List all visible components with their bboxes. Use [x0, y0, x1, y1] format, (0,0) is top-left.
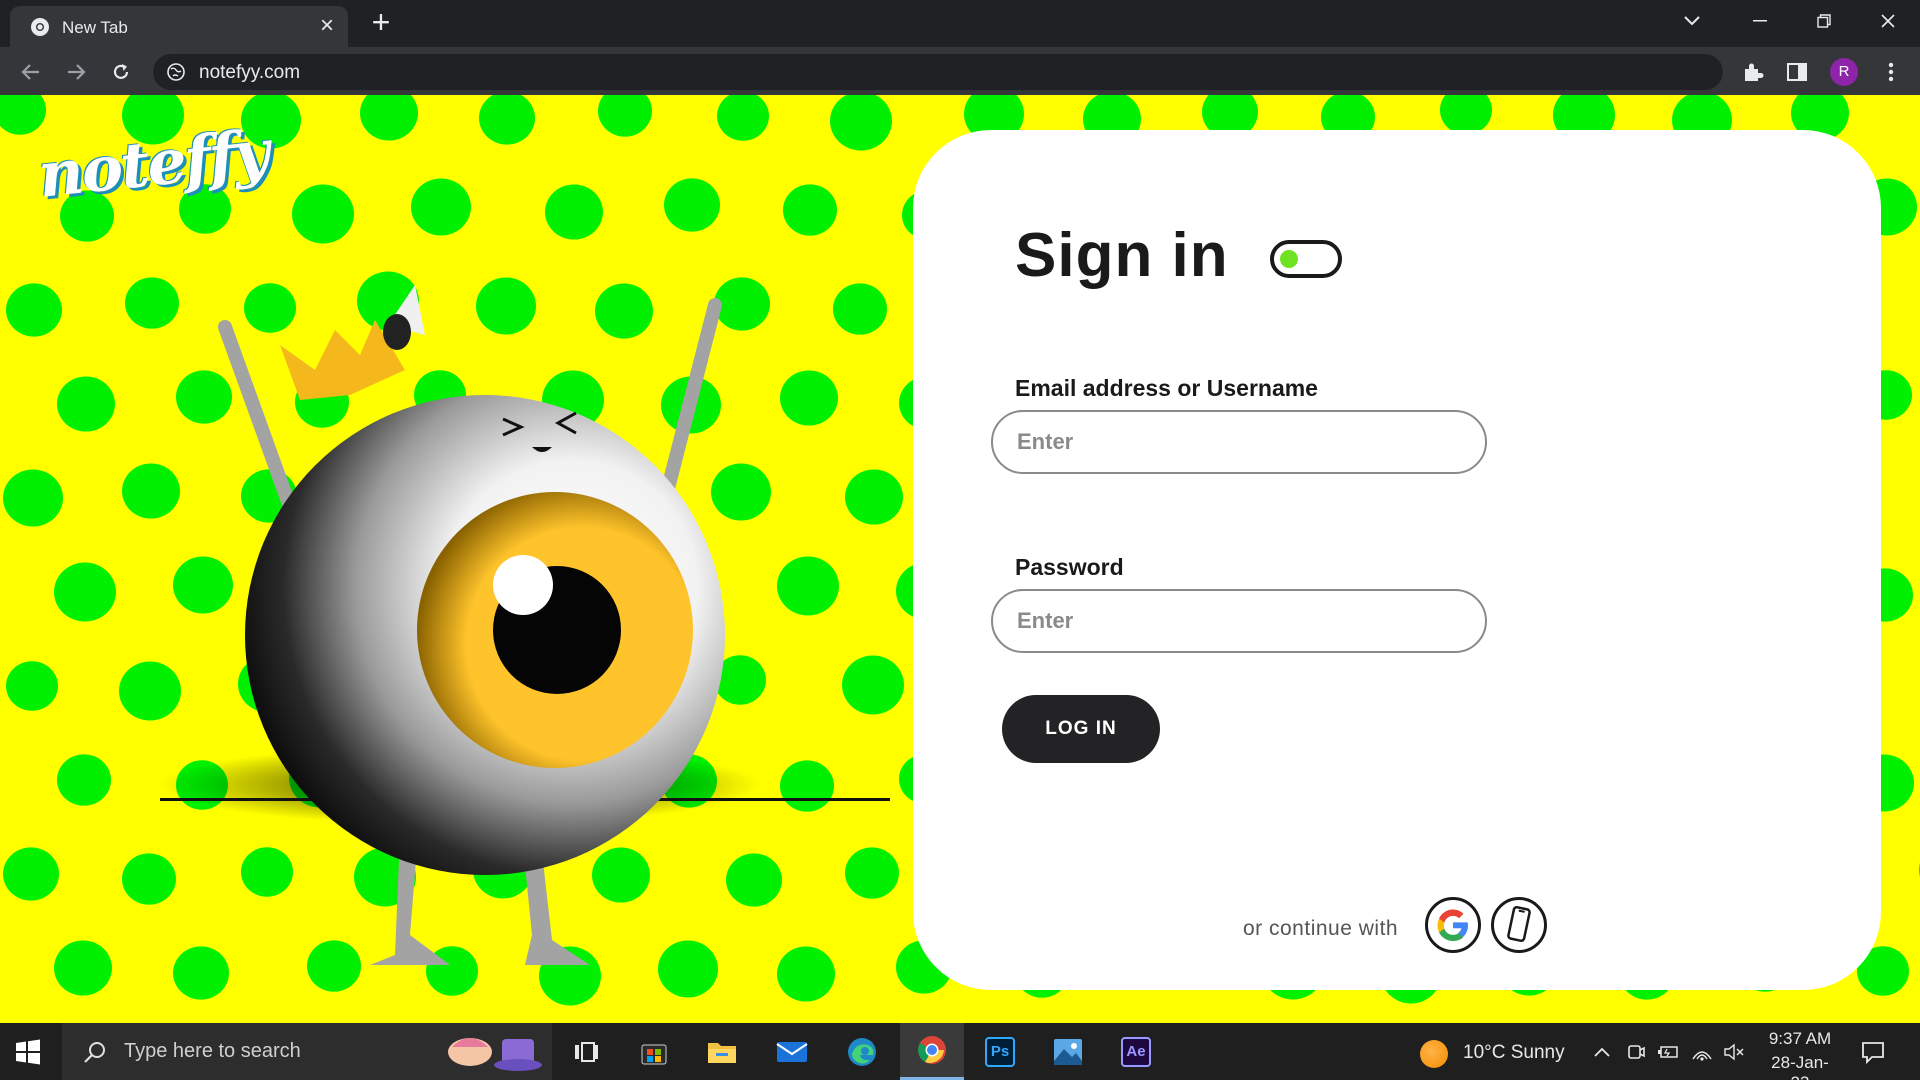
address-bar[interactable]: notefyy.com [153, 54, 1723, 90]
background-dot [717, 95, 769, 141]
reload-icon[interactable] [106, 57, 136, 87]
password-label: Password [1015, 554, 1124, 580]
password-field[interactable] [991, 589, 1487, 653]
photos-icon[interactable] [1036, 1023, 1100, 1080]
tab-search-icon[interactable] [1660, 0, 1724, 42]
toggle-knob [1280, 250, 1298, 268]
notification-center-icon[interactable] [1860, 1039, 1886, 1065]
tab-new-tab[interactable]: New Tab × [10, 6, 348, 47]
theme-toggle[interactable] [1270, 240, 1342, 278]
background-dot [3, 847, 59, 901]
background-dot [479, 95, 535, 145]
eyeball-monster-illustration [160, 285, 890, 965]
background-dot [830, 95, 892, 151]
signin-card: Sign in Email address or Username Passwo… [913, 130, 1881, 990]
email-label: Email address or Username [1015, 375, 1318, 401]
file-explorer-icon[interactable] [690, 1023, 754, 1080]
side-panel-icon[interactable] [1784, 59, 1810, 85]
search-placeholder: Type here to search [124, 1040, 301, 1062]
after-effects-icon[interactable]: Ae [1104, 1023, 1168, 1080]
chrome-icon [31, 18, 49, 36]
phone-signin-button[interactable] [1491, 897, 1547, 953]
after-effects-label: Ae [1121, 1036, 1151, 1067]
background-dot [0, 95, 46, 135]
extensions-icon[interactable] [1740, 59, 1766, 85]
minimize-icon[interactable] [1728, 0, 1792, 42]
taskbar-search-box[interactable]: Type here to search [62, 1023, 552, 1080]
background-dot [57, 754, 111, 806]
weather-sun-icon[interactable] [1420, 1040, 1448, 1068]
url-text: notefyy.com [199, 62, 301, 83]
background-dot [57, 376, 115, 432]
clock-time[interactable]: 9:37 AM [1766, 1029, 1834, 1049]
background-dot [360, 95, 418, 141]
photoshop-icon[interactable]: Ps [968, 1023, 1032, 1080]
volume-muted-icon[interactable] [1722, 1040, 1746, 1064]
windows-start-icon[interactable] [14, 1038, 42, 1066]
login-button[interactable]: LOG IN [1002, 695, 1160, 763]
background-dot [6, 661, 58, 711]
continue-with-text: or continue with [1243, 917, 1399, 940]
weather-text[interactable]: 10°C Sunny [1463, 1042, 1565, 1064]
site-info-icon[interactable] [167, 63, 185, 81]
back-icon[interactable] [16, 57, 46, 87]
task-view-icon[interactable] [554, 1023, 618, 1080]
restore-icon[interactable] [1792, 0, 1856, 42]
background-dot [54, 940, 112, 996]
browser-toolbar: notefyy.com R [0, 47, 1920, 95]
meet-now-icon[interactable] [1624, 1040, 1648, 1064]
signin-title: Sign in [1015, 221, 1229, 290]
browser-tabstrip: New Tab × + [0, 0, 1920, 47]
edge-icon[interactable] [830, 1023, 894, 1080]
microsoft-store-icon[interactable] [622, 1023, 686, 1080]
background-dot [3, 469, 63, 527]
profile-avatar[interactable]: R [1830, 58, 1858, 86]
email-field[interactable] [991, 410, 1487, 474]
background-dot [598, 95, 652, 137]
wifi-icon[interactable] [1690, 1040, 1714, 1064]
windows-taskbar: Type here to search Ps Ae 10°C Sunny 9:3… [0, 1023, 1920, 1080]
search-icon [84, 1042, 105, 1063]
battery-icon[interactable] [1656, 1040, 1680, 1064]
forward-icon[interactable] [61, 57, 91, 87]
tab-title: New Tab [62, 18, 128, 37]
show-hidden-icons-icon[interactable] [1590, 1040, 1614, 1064]
page-viewport: noteffy Sign in Email address or Usernam… [0, 95, 1920, 1023]
chrome-taskbar-icon[interactable] [900, 1023, 964, 1080]
background-dot [54, 562, 116, 622]
google-icon [1437, 909, 1468, 941]
photoshop-label: Ps [985, 1036, 1015, 1067]
mail-icon[interactable] [760, 1023, 824, 1080]
google-signin-button[interactable] [1425, 897, 1481, 953]
new-tab-icon[interactable]: + [366, 6, 396, 38]
tab-close-icon[interactable]: × [315, 14, 339, 39]
phone-icon [1507, 905, 1531, 943]
menu-icon[interactable] [1878, 59, 1904, 85]
search-highlight-illustration [448, 1038, 542, 1071]
background-dot [1440, 95, 1492, 135]
background-dot [6, 283, 62, 337]
close-window-icon[interactable] [1856, 0, 1920, 42]
clock-date[interactable]: 28-Jan-23 [1762, 1053, 1838, 1080]
